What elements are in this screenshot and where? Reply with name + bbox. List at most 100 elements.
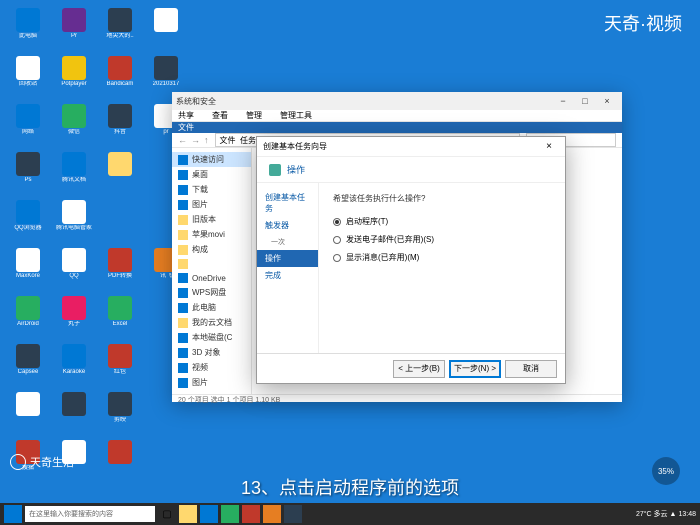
sidebar-item-label: OneDrive bbox=[192, 274, 226, 283]
wizard-step[interactable]: 操作 bbox=[257, 250, 318, 267]
desktop-icon[interactable]: Capsee bbox=[8, 344, 48, 388]
desktop-icon[interactable]: 网络 bbox=[8, 104, 48, 148]
clock[interactable]: 13:48 bbox=[678, 511, 696, 518]
desktop-icon[interactable]: 地尖大的.. bbox=[100, 8, 140, 52]
desktop-icon[interactable]: 此电脑 bbox=[8, 8, 48, 52]
sidebar-item[interactable]: 图片 bbox=[172, 375, 251, 390]
desktop-icon[interactable]: Excel bbox=[100, 296, 140, 340]
maximize-button[interactable]: □ bbox=[574, 92, 596, 110]
wizard-back-button[interactable]: < 上一步(B) bbox=[393, 360, 445, 378]
desktop-icon[interactable]: 剪映 bbox=[100, 392, 140, 436]
ribbon-file-label[interactable]: 文件 bbox=[178, 122, 194, 133]
sidebar-item[interactable]: 视频 bbox=[172, 360, 251, 375]
wizard-prompt: 希望该任务执行什么操作? bbox=[333, 193, 551, 204]
sidebar-item-label: 苹果movi bbox=[192, 229, 225, 240]
task-view-icon[interactable]: ▢ bbox=[158, 505, 176, 523]
taskbar-app-icon[interactable] bbox=[221, 505, 239, 523]
desktop-icon[interactable]: Karaoke bbox=[54, 344, 94, 388]
desktop-icon[interactable] bbox=[100, 152, 140, 196]
taskbar-explorer-icon[interactable] bbox=[179, 505, 197, 523]
radio-option[interactable]: 显示消息(已弃用)(M) bbox=[333, 252, 551, 263]
desktop-icon[interactable]: 丸子 bbox=[54, 296, 94, 340]
minimize-button[interactable]: − bbox=[552, 92, 574, 110]
sidebar-item[interactable]: WPS网盘 bbox=[172, 285, 251, 300]
desktop-icon[interactable]: 回收站 bbox=[8, 56, 48, 100]
desktop-icon[interactable]: Bandicam bbox=[100, 56, 140, 100]
desktop-icon[interactable]: 红包 bbox=[100, 344, 140, 388]
taskbar-app-icon[interactable] bbox=[242, 505, 260, 523]
desktop-icon[interactable]: QQ bbox=[54, 248, 94, 292]
video-subtitle: 13、点击启动程序前的选项 bbox=[0, 474, 700, 500]
sidebar-item[interactable]: 此电脑 bbox=[172, 300, 251, 315]
radio-label: 显示消息(已弃用)(M) bbox=[346, 252, 419, 263]
sidebar-item[interactable] bbox=[172, 257, 251, 271]
wizard-step[interactable]: 一次 bbox=[257, 234, 318, 250]
taskbar-app-icon[interactable] bbox=[263, 505, 281, 523]
close-button[interactable]: × bbox=[596, 92, 618, 110]
desktop-icon[interactable]: Ps bbox=[8, 152, 48, 196]
taskbar-app-icon[interactable] bbox=[200, 505, 218, 523]
desktop-icon[interactable] bbox=[54, 392, 94, 436]
sidebar-item[interactable]: 本地磁盘(C bbox=[172, 330, 251, 345]
radio-option[interactable]: 发送电子邮件(已弃用)(S) bbox=[333, 234, 551, 245]
desktop-icon[interactable]: Potplayer bbox=[54, 56, 94, 100]
desktop-icon[interactable]: 腾讯文档 bbox=[54, 152, 94, 196]
radio-icon bbox=[333, 218, 341, 226]
desktop-icon[interactable]: AirDroid bbox=[8, 296, 48, 340]
start-button[interactable] bbox=[4, 505, 22, 523]
sidebar-item[interactable]: 旧版本 bbox=[172, 212, 251, 227]
desktop-icon-label: 此电脑 bbox=[19, 33, 37, 40]
ribbon-tab[interactable]: 查看 bbox=[212, 110, 228, 121]
sidebar-item[interactable]: 下载 bbox=[172, 182, 251, 197]
desktop-icon[interactable] bbox=[146, 8, 186, 52]
sidebar-item[interactable]: 桌面 bbox=[172, 167, 251, 182]
taskbar-tray[interactable]: 27°C 多云 ▲ 13:48 bbox=[636, 509, 696, 519]
tray-icon[interactable]: ▲ bbox=[670, 511, 677, 518]
sidebar-item[interactable]: 快速访问 bbox=[172, 152, 251, 167]
desktop-icon-label: 20210317 bbox=[153, 81, 180, 88]
sidebar-item[interactable]: OneDrive bbox=[172, 271, 251, 285]
taskbar-search-input[interactable]: 在这里输入你要搜索的内容 bbox=[25, 506, 155, 522]
ribbon-tab[interactable]: 管理 bbox=[246, 110, 262, 121]
nav-fwd-icon[interactable]: → bbox=[191, 135, 200, 145]
sidebar-item[interactable]: 苹果movi bbox=[172, 227, 251, 242]
wizard-step[interactable]: 创建基本任务 bbox=[257, 189, 318, 217]
wizard-titlebar[interactable]: 创建基本任务向导 × bbox=[257, 137, 565, 157]
nav-up-icon[interactable]: ↑ bbox=[204, 135, 209, 145]
sidebar-item[interactable]: 我的云文档 bbox=[172, 315, 251, 330]
explorer-sidebar: 快速访问桌面下载图片旧版本苹果movi构成OneDriveWPS网盘此电脑我的云… bbox=[172, 148, 252, 394]
app-icon bbox=[62, 344, 86, 368]
wizard-step[interactable]: 完成 bbox=[257, 267, 318, 284]
sidebar-item[interactable]: 构成 bbox=[172, 242, 251, 257]
desktop-icon-label: PDF转换 bbox=[108, 273, 132, 280]
sidebar-item[interactable]: 3D 对象 bbox=[172, 345, 251, 360]
sidebar-item-label: 图片 bbox=[192, 199, 208, 210]
desktop-icon-label: QQ浏览器 bbox=[14, 225, 41, 232]
taskbar-app-icon[interactable] bbox=[284, 505, 302, 523]
video-progress: 35% bbox=[652, 457, 680, 485]
app-icon bbox=[16, 56, 40, 80]
desktop-icon[interactable] bbox=[8, 392, 48, 436]
weather-widget[interactable]: 27°C 多云 bbox=[636, 509, 668, 519]
ribbon-tab[interactable]: 共享 bbox=[178, 110, 194, 121]
explorer-titlebar[interactable]: 系统和安全 − □ × bbox=[172, 92, 622, 110]
radio-option[interactable]: 启动程序(T) bbox=[333, 216, 551, 227]
desktop-icon[interactable]: PDF转换 bbox=[100, 248, 140, 292]
ribbon-tab[interactable]: 管理工具 bbox=[280, 110, 312, 121]
wizard-next-button[interactable]: 下一步(N) > bbox=[449, 360, 501, 378]
sidebar-item-label: 3D 对象 bbox=[192, 347, 220, 358]
desktop-icon[interactable]: 抖音 bbox=[100, 104, 140, 148]
nav-back-icon[interactable]: ← bbox=[178, 135, 187, 145]
desktop-icon[interactable]: 腾讯电脑管家 bbox=[54, 200, 94, 244]
desktop-icon[interactable]: QQ浏览器 bbox=[8, 200, 48, 244]
sidebar-item[interactable]: 图片 bbox=[172, 197, 251, 212]
wizard-close-button[interactable]: × bbox=[539, 141, 559, 152]
task-wizard-dialog: 创建基本任务向导 × 操作 创建基本任务触发器一次操作完成 希望该任务执行什么操… bbox=[256, 136, 566, 384]
desktop-icon[interactable]: Pr bbox=[54, 8, 94, 52]
desktop-icon[interactable]: MaxKore bbox=[8, 248, 48, 292]
wizard-cancel-button[interactable]: 取消 bbox=[505, 360, 557, 378]
desktop-icon-label: 回收站 bbox=[19, 81, 37, 88]
desktop-icon[interactable] bbox=[100, 200, 140, 244]
desktop-icon[interactable]: 微信 bbox=[54, 104, 94, 148]
wizard-step[interactable]: 触发器 bbox=[257, 217, 318, 234]
